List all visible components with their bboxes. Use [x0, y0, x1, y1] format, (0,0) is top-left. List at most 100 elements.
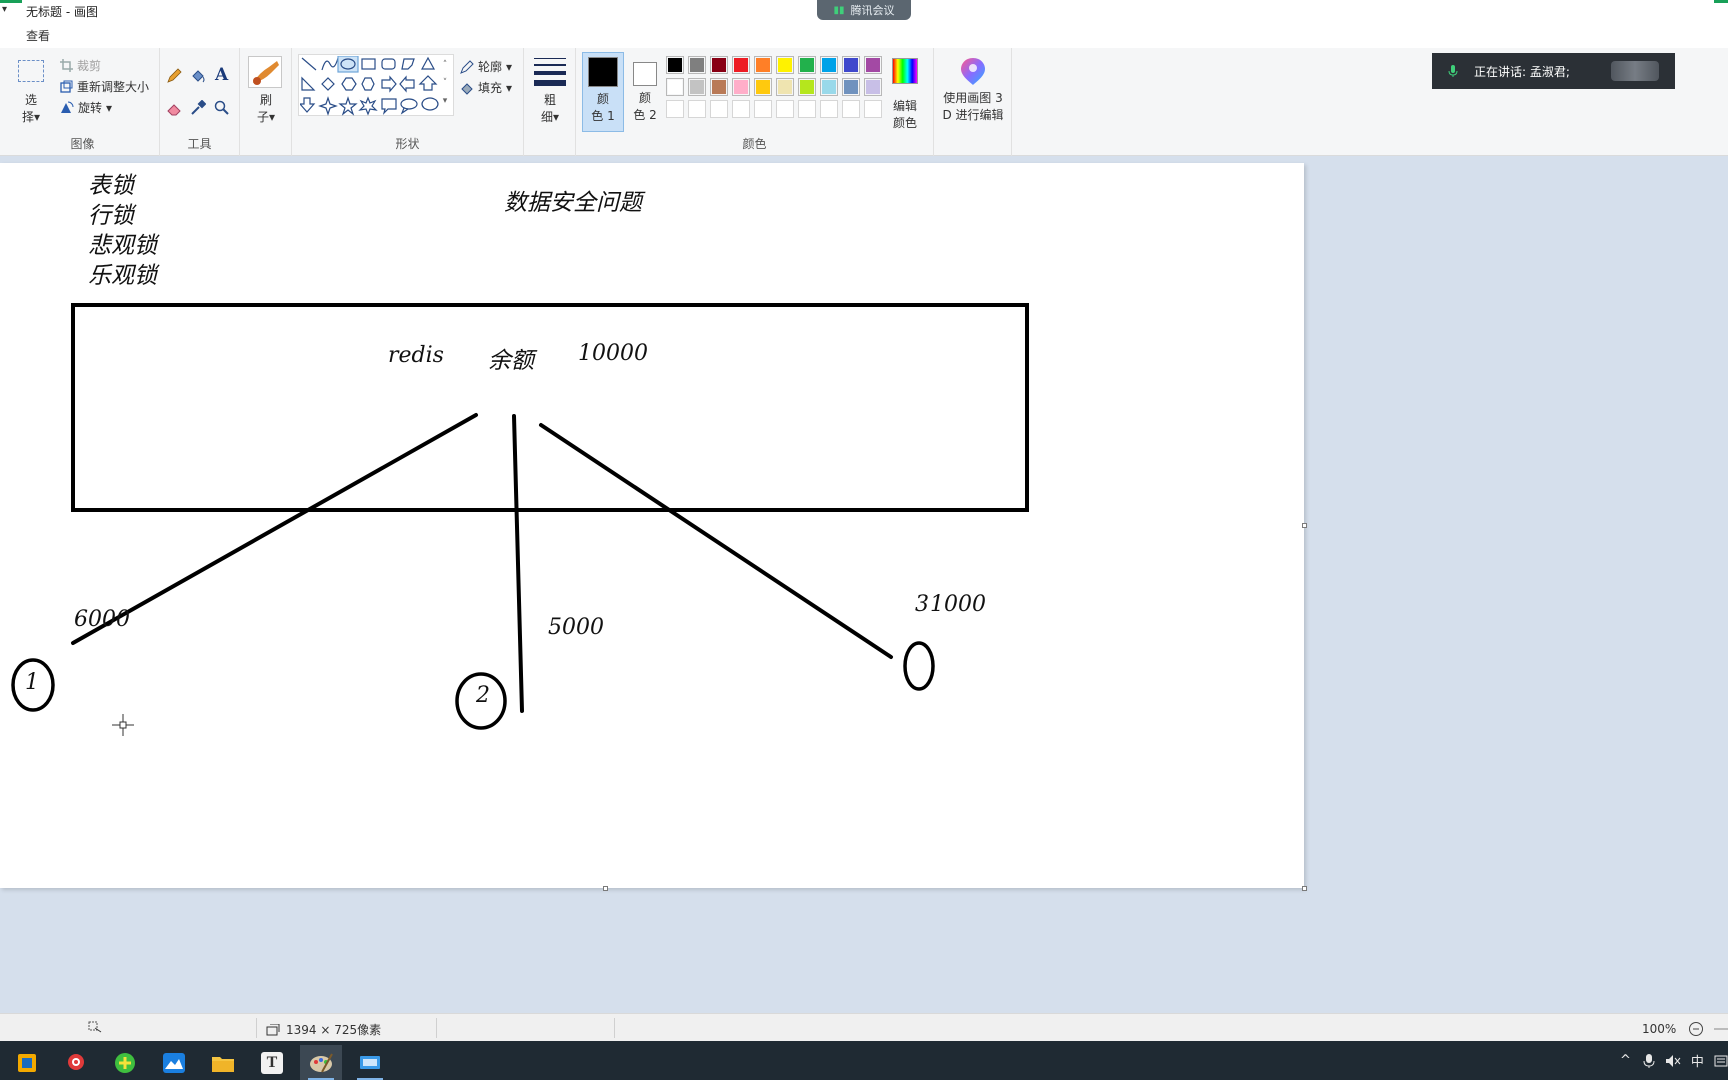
box-text-amount: 10000 [578, 341, 648, 366]
select-icon[interactable] [18, 60, 44, 82]
meeting-indicator[interactable]: ▮▮ 腾讯会议 [817, 0, 911, 20]
taskbar: T ^ 中 [0, 1041, 1728, 1080]
resize-button[interactable]: 重新调整大小 [60, 78, 149, 95]
speaker-avatar [1611, 61, 1659, 81]
outline-button[interactable]: 轮廓 ▾ [460, 58, 512, 75]
resize-handle-right[interactable] [1302, 523, 1307, 528]
canvas-size-icon [266, 1023, 280, 1035]
lock-notes: 表锁 行锁 悲观锁 乐观锁 [88, 173, 157, 289]
window-title: 无标题 - 画图 [26, 5, 98, 19]
tray-chevron-up-icon[interactable]: ^ [1620, 1053, 1631, 1068]
tray-ime-indicator[interactable]: 中 [1691, 1051, 1704, 1070]
text-app-icon: T [261, 1051, 283, 1074]
microphone-icon [1448, 65, 1458, 77]
client-3-value: 1000 [930, 592, 986, 617]
taskbar-app-1[interactable] [6, 1045, 48, 1080]
shapes-gallery-icons[interactable] [300, 56, 456, 116]
resize-handle-bottom[interactable] [603, 886, 608, 891]
pencil-icon[interactable] [166, 68, 182, 84]
mountain-icon [163, 1052, 185, 1073]
image-group: 选 择▾ 裁剪 重新调整大小 旋转 ▾ 图像 [6, 48, 160, 156]
line-to-client-1 [71, 413, 478, 645]
client-1-value: 6000 [74, 607, 130, 632]
paint3d-icon [961, 58, 985, 85]
canvas-heading: 数据安全问题 [504, 190, 642, 216]
rotate-icon [61, 101, 74, 113]
brush-icon[interactable] [248, 56, 282, 88]
drawing-canvas[interactable]: 表锁 行锁 悲观锁 乐观锁 数据安全问题 redis 余额 10000 1 60… [0, 163, 1304, 888]
taskbar-app-8[interactable] [349, 1045, 391, 1080]
crop-button[interactable]: 裁剪 [60, 57, 101, 74]
tools-group-label: 工具 [187, 137, 212, 151]
meeting-label: 腾讯会议 [850, 4, 895, 17]
client-2-number: 2 [476, 683, 490, 708]
circle-client-3 [903, 641, 935, 691]
rotate-button[interactable]: 旋转 ▾ [60, 99, 112, 116]
tray-volume-muted-icon[interactable] [1665, 1054, 1681, 1068]
magnifier-icon[interactable] [214, 100, 230, 116]
zoom-out-icon[interactable] [1688, 1021, 1704, 1037]
signal-icon: ▮▮ [833, 4, 845, 16]
status-separator [256, 1018, 257, 1038]
fill-button[interactable]: 填充 ▾ [460, 79, 512, 96]
color-picker-icon[interactable] [190, 100, 206, 116]
resize-handle-corner[interactable] [1302, 886, 1307, 891]
fill-bucket-icon[interactable] [190, 68, 206, 84]
plus-circle-icon [115, 1052, 135, 1073]
system-tray: ^ 中 [1620, 1041, 1728, 1080]
brush-group: 刷 子▾ [240, 48, 292, 156]
cursor-position [88, 1021, 102, 1033]
crosshair-cursor-icon [112, 714, 134, 736]
paint3d-button[interactable]: 使用画图 3 D 进行编辑 [934, 48, 1012, 156]
colors-group: 颜色 [576, 48, 934, 156]
folder-icon [212, 1056, 234, 1072]
accent-mark-right [1714, 0, 1728, 3]
monitor-icon [360, 1055, 380, 1069]
zoom-slider[interactable] [1714, 1028, 1728, 1030]
taskbar-app-2[interactable] [55, 1045, 97, 1080]
brush-button[interactable]: 刷 子▾ [252, 92, 280, 126]
box-text-redis: redis [388, 343, 444, 368]
quick-access-dropdown-icon[interactable]: ▾ [2, 4, 7, 15]
size-button[interactable]: 粗 细▾ [536, 92, 564, 126]
fill-icon [461, 82, 473, 95]
taskbar-app-3[interactable] [104, 1045, 146, 1080]
status-bar: 1394 × 725像素 100% [0, 1013, 1728, 1041]
status-separator [614, 1018, 615, 1038]
paint-palette-icon [310, 1053, 333, 1072]
shapes-scroll[interactable]: ˄ ˅ ▾ [438, 56, 452, 110]
box-text-balance: 余额 [488, 348, 534, 374]
taskbar-paint[interactable] [300, 1045, 342, 1080]
image-group-label: 图像 [70, 137, 95, 151]
taskbar-app-6[interactable]: T [251, 1045, 293, 1080]
canvas-size: 1394 × 725像素 [266, 1021, 381, 1038]
resize-icon [60, 80, 73, 93]
tools-group: A 工具 [160, 48, 240, 156]
tab-view[interactable]: 查看 [26, 27, 50, 44]
line-to-client-2 [512, 414, 524, 713]
size-group: 粗 细▾ [524, 48, 576, 156]
client-3-number: 3 [915, 592, 929, 617]
select-button[interactable]: 选 择▾ [20, 92, 42, 126]
status-separator [436, 1018, 437, 1038]
paint3d-label: 使用画图 3 D 进行编辑 [942, 91, 1004, 122]
tray-microphone-icon[interactable] [1643, 1053, 1655, 1069]
tray-keyboard-icon[interactable] [1714, 1054, 1728, 1068]
size-icon[interactable] [534, 58, 566, 86]
client-1-number: 1 [25, 670, 39, 695]
outline-icon [460, 59, 474, 74]
taskbar-file-explorer[interactable] [202, 1045, 244, 1080]
eraser-icon[interactable] [166, 100, 182, 116]
accent-mark [0, 0, 22, 3]
app-window-icon [18, 1053, 36, 1072]
text-tool-icon[interactable]: A [215, 65, 228, 85]
ribbon-tabs: 查看 [0, 22, 1728, 48]
speaking-text: 正在讲话: 孟淑君; [1474, 64, 1570, 79]
shapes-group-label: 形状 [395, 137, 420, 151]
speaking-notification: 正在讲话: 孟淑君; [1432, 53, 1675, 89]
colors-group-label: 颜色 [742, 137, 767, 151]
taskbar-app-4[interactable] [153, 1045, 195, 1080]
snail-icon [68, 1053, 84, 1070]
cursor-position-icon [88, 1021, 102, 1033]
work-area: 表锁 行锁 悲观锁 乐观锁 数据安全问题 redis 余额 10000 1 60… [0, 157, 1728, 1013]
